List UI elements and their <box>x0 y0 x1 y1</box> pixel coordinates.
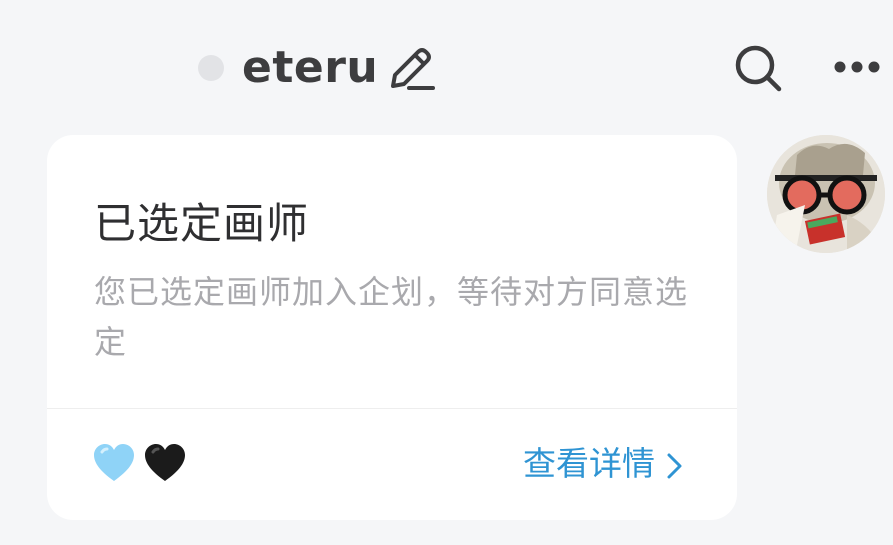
message-card: 已选定画师 您已选定画师加入企划，等待对方同意选定 查看详情 <box>47 135 737 520</box>
avatar[interactable] <box>767 135 885 253</box>
card-description: 您已选定画师加入企划，等待对方同意选定 <box>94 273 689 361</box>
avatar-image <box>767 135 885 253</box>
top-bar: eteru <box>0 0 893 135</box>
online-status-dot <box>198 55 224 81</box>
more-horizontal-icon[interactable] <box>832 52 882 82</box>
card-divider <box>47 408 737 409</box>
light-blue-heart-icon <box>94 444 134 481</box>
username[interactable]: eteru <box>242 38 378 98</box>
view-details-link[interactable]: 查看详情 <box>523 441 687 487</box>
search-icon[interactable] <box>733 43 783 93</box>
pencil-icon[interactable] <box>385 42 437 94</box>
black-heart-icon <box>145 444 186 481</box>
view-details-label: 查看详情 <box>523 444 655 483</box>
chevron-right-icon <box>667 453 682 478</box>
heart-emoji-group <box>91 440 188 490</box>
card-title: 已选定画师 <box>94 199 310 248</box>
